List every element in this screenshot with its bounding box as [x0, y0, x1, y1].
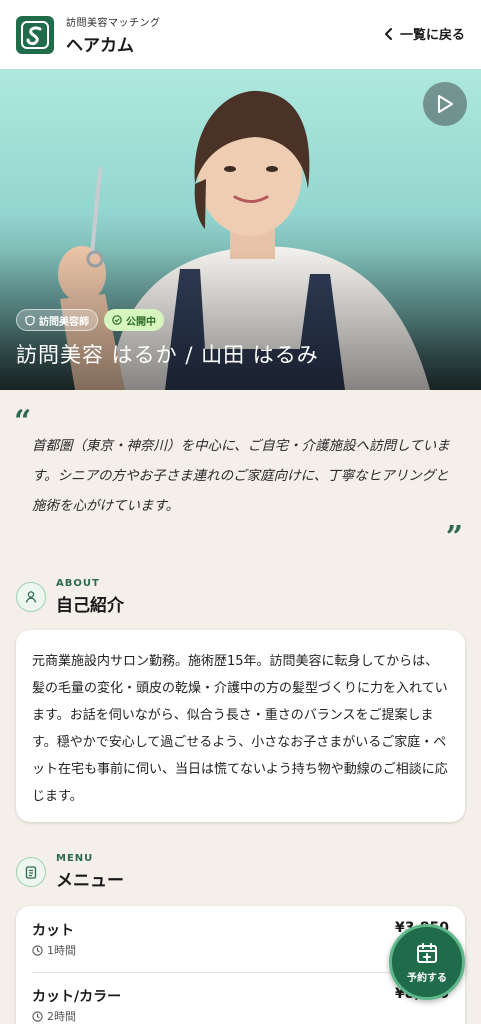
chevron-left-icon: [384, 27, 392, 40]
quote-open-mark: “: [14, 404, 32, 439]
brand-block: 訪問美容マッチング ヘアカム: [66, 14, 161, 56]
intro-quote: 首都圏（東京・神奈川）を中心に、ご自宅・介護施設へ訪問しています。シニアの方やお…: [32, 438, 450, 514]
play-video-button[interactable]: [423, 82, 467, 126]
hero-badges: 訪問美容師 公開中: [16, 309, 164, 331]
role-badge-label: 訪問美容師: [39, 316, 89, 328]
check-circle-icon: [112, 315, 122, 325]
shield-icon: [25, 314, 35, 326]
menu-item[interactable]: カット/カラー 2時間 ¥8,250: [32, 972, 449, 1024]
menu-heading: MENU メニュー: [56, 853, 124, 891]
back-to-list-link[interactable]: 一覧に戻る: [384, 24, 465, 43]
menu-item-duration-label: 1時間: [47, 944, 76, 957]
brand-subtitle: 訪問美容マッチング: [66, 17, 161, 29]
role-badge: 訪問美容師: [16, 309, 98, 331]
about-body: 元商業施設内サロン勤務。施術歴15年。訪問美容に転身してからは、髪の毛量の変化・…: [32, 654, 448, 804]
back-label: 一覧に戻る: [399, 28, 465, 43]
clipboard-icon: [16, 857, 46, 887]
menu-item-duration: 2時間: [32, 1008, 76, 1024]
about-heading: ABOUT 自己紹介: [56, 578, 124, 616]
about-label-jp: 自己紹介: [56, 596, 124, 616]
quote-close-mark: ”: [445, 520, 463, 555]
brand-title: ヘアカム: [66, 35, 134, 56]
menu-label-en: MENU: [56, 853, 94, 864]
status-badge: 公開中: [104, 309, 164, 331]
about-section-header: ABOUT 自己紹介: [16, 578, 124, 616]
calendar-plus-icon: [417, 942, 437, 963]
profile-hero: 訪問美容師 公開中 訪問美容 はるか / 山田 はるみ: [0, 69, 481, 390]
clock-icon: [32, 1010, 43, 1022]
menu-label-jp: メニュー: [56, 871, 124, 891]
about-label-en: ABOUT: [56, 578, 100, 589]
status-badge-label: 公開中: [126, 316, 156, 328]
menu-item-name: カット: [32, 923, 74, 939]
person-icon: [16, 582, 46, 612]
menu-item[interactable]: カット 1時間 ¥3,850: [32, 906, 449, 970]
menu-item-duration-label: 2時間: [47, 1010, 76, 1023]
app-header: 訪問美容マッチング ヘアカム 一覧に戻る: [0, 0, 481, 69]
reserve-label: 予約する: [407, 972, 447, 984]
menu-section-header: MENU メニュー: [16, 853, 124, 891]
app-logo[interactable]: [16, 15, 54, 54]
clock-icon: [32, 944, 43, 956]
menu-item-name: カット/カラー: [32, 989, 122, 1005]
about-card: 元商業施設内サロン勤務。施術歴15年。訪問美容に転身してからは、髪の毛量の変化・…: [16, 630, 465, 822]
reserve-button[interactable]: 予約する: [389, 924, 465, 1000]
logo-icon: [21, 20, 49, 49]
play-icon: [438, 95, 453, 113]
provider-name: 訪問美容 はるか / 山田 はるみ: [16, 343, 319, 367]
menu-item-duration: 1時間: [32, 942, 76, 958]
